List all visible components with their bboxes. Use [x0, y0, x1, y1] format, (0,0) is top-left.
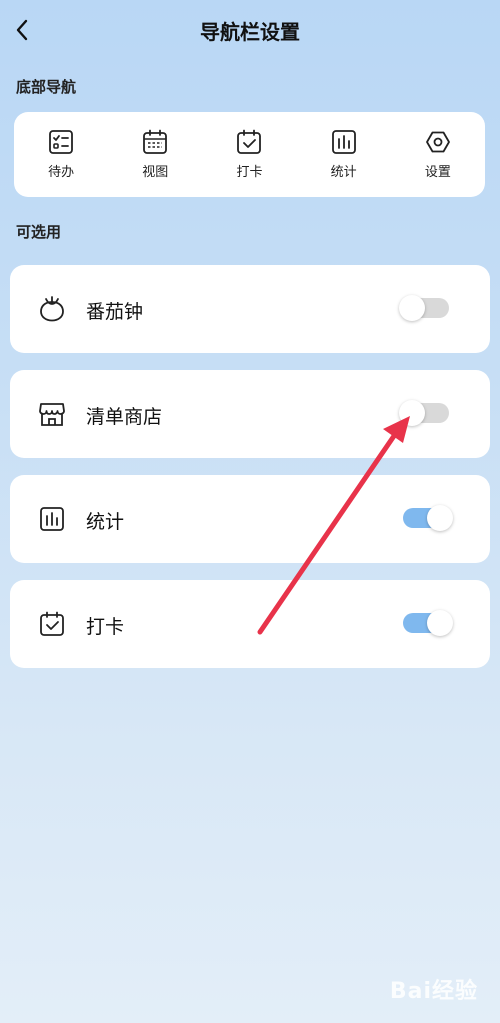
section-title-bottom-nav: 底部导航 — [16, 78, 77, 96]
page-title: 导航栏设置 — [200, 20, 300, 44]
nav-item-label: 打卡 — [236, 165, 263, 180]
stats-icon — [331, 130, 356, 154]
nav-item-label: 统计 — [330, 165, 357, 180]
option-row-store: 清单商店 — [10, 370, 490, 458]
stats-icon — [40, 507, 64, 531]
nav-item-label: 视图 — [142, 165, 169, 180]
header-bar: 导航栏设置 — [0, 0, 500, 62]
nav-item-todo[interactable]: 待办 — [21, 129, 101, 180]
tomato-icon — [40, 296, 64, 322]
nav-item-stats[interactable]: 统计 — [304, 129, 384, 180]
section-title-optional: 可选用 — [16, 223, 62, 241]
toggle-switch[interactable] — [399, 400, 449, 426]
toggle-knob — [427, 505, 453, 531]
nav-item-label: 设置 — [424, 165, 451, 180]
option-label: 番茄钟 — [86, 301, 144, 323]
option-label: 统计 — [86, 511, 125, 533]
checkin-icon — [40, 611, 64, 636]
todo-icon — [49, 130, 73, 154]
toggle-knob — [427, 610, 453, 636]
checkin-icon — [237, 129, 262, 154]
option-row-checkin: 打卡 — [10, 580, 490, 668]
toggle-knob — [399, 400, 425, 426]
bottom-nav-preview: 待办 视图 打卡 统计 设置 — [14, 112, 485, 197]
toggle-knob — [399, 295, 425, 321]
settings-icon — [425, 131, 450, 153]
option-label: 清单商店 — [86, 406, 163, 428]
option-row-stats: 统计 — [10, 475, 490, 563]
calendar-view-icon — [143, 129, 168, 154]
toggle-switch[interactable] — [399, 295, 449, 321]
watermark: Bai经验 — [389, 979, 478, 1004]
option-label: 打卡 — [86, 616, 125, 638]
store-icon — [39, 403, 65, 426]
nav-item-view[interactable]: 视图 — [115, 129, 195, 180]
nav-item-checkin[interactable]: 打卡 — [209, 129, 289, 180]
toggle-switch[interactable] — [403, 505, 453, 531]
nav-item-label: 待办 — [48, 165, 75, 180]
toggle-switch[interactable] — [403, 610, 453, 636]
option-row-pomodoro: 番茄钟 — [10, 265, 490, 353]
nav-item-settings[interactable]: 设置 — [398, 129, 478, 180]
